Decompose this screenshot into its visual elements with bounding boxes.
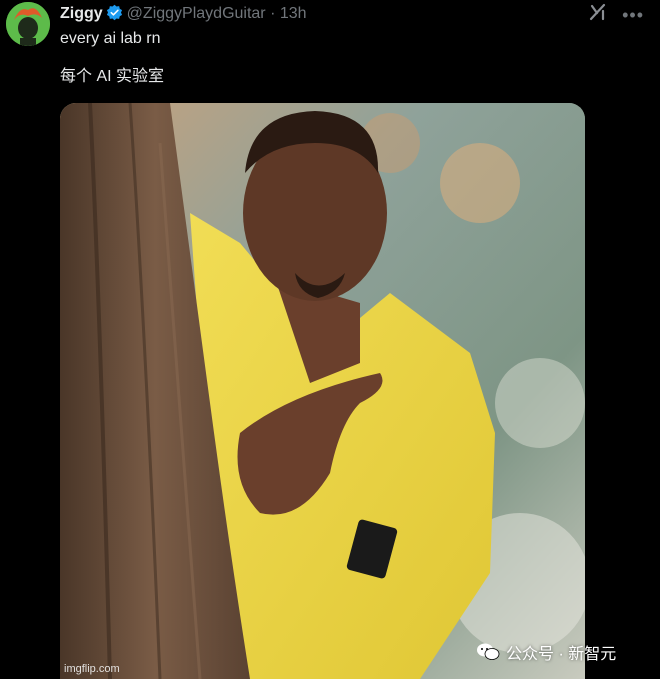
avatar[interactable]	[6, 2, 50, 46]
grok-icon[interactable]	[588, 2, 608, 27]
tweet-text-line-2: 每个 AI 实验室	[60, 68, 165, 85]
more-options-icon[interactable]: •••	[622, 5, 644, 25]
overlay-watermark: 公众号 · 新智元	[476, 640, 616, 664]
separator: ·	[270, 5, 276, 22]
overlay-watermark-text: 公众号 · 新智元	[506, 646, 617, 663]
wechat-icon	[477, 643, 500, 660]
tweet-media[interactable]: imgflip.com	[60, 103, 585, 679]
imgflip-watermark: imgflip.com	[64, 663, 120, 675]
meme-image	[60, 103, 585, 679]
author-handle[interactable]: @ZiggyPlaydGuitar	[127, 5, 266, 22]
tweet-header: Ziggy @ZiggyPlaydGuitar · 13h	[60, 4, 660, 24]
header-actions: •••	[588, 2, 644, 27]
verified-badge-icon	[106, 4, 123, 21]
timestamp[interactable]: 13h	[280, 5, 307, 22]
tweet-text-line-1: every ai lab rn	[60, 30, 161, 47]
avatar-image	[6, 2, 50, 46]
author-name[interactable]: Ziggy	[60, 5, 103, 22]
